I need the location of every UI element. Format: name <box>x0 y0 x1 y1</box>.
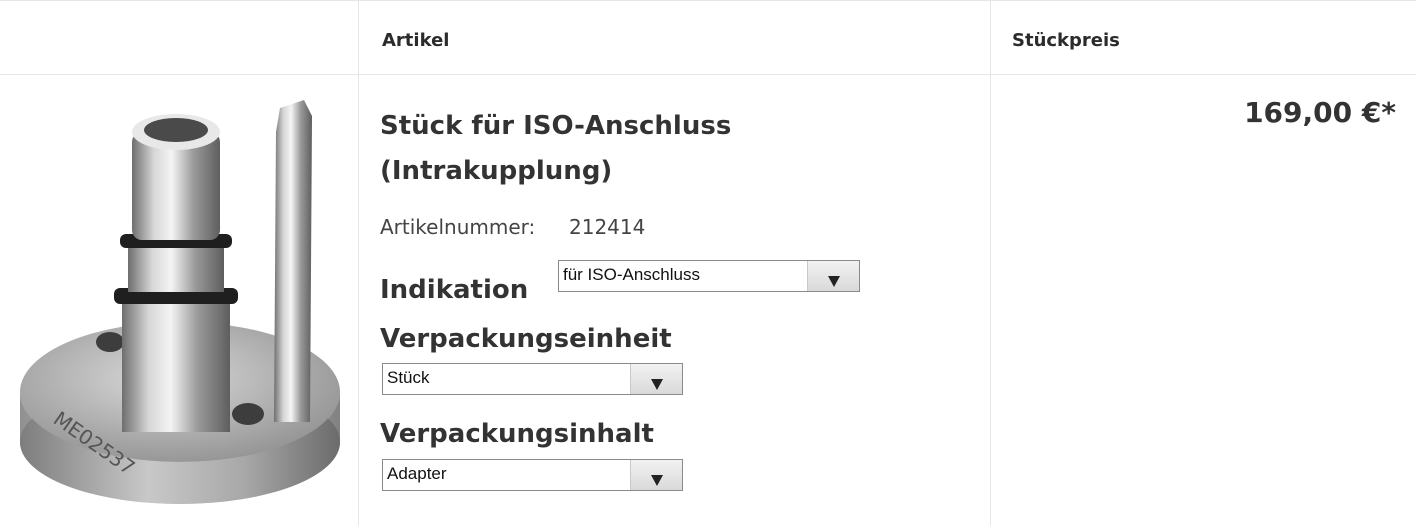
header-row-border <box>0 74 1416 75</box>
column-header-unit-price: Stückpreis <box>1012 30 1120 51</box>
packaging-unit-select[interactable]: Stück <box>382 363 683 395</box>
article-number-value: 212414 <box>569 215 646 239</box>
article-number-label: Artikelnummer: <box>380 215 536 239</box>
indication-label: Indikation <box>380 275 529 305</box>
column-divider-left <box>358 0 359 526</box>
column-header-article: Artikel <box>382 30 450 51</box>
packaging-content-selected-value: Adapter <box>387 464 447 483</box>
table-top-border <box>0 0 1416 1</box>
unit-price: 169,00 €* <box>1244 96 1396 129</box>
product-title[interactable]: Stück für ISO-Anschluss (Intrakupplung) <box>380 104 940 194</box>
chevron-down-icon <box>807 261 859 291</box>
packaging-content-label: Verpackungsinhalt <box>380 419 654 449</box>
column-divider-right <box>990 0 991 526</box>
article-number-row: Artikelnummer: 212414 <box>380 215 645 239</box>
chevron-down-icon <box>630 460 682 490</box>
indication-selected-value: für ISO-Anschluss <box>563 265 700 284</box>
packaging-unit-selected-value: Stück <box>387 368 430 387</box>
product-image[interactable]: ME02537 <box>12 92 348 520</box>
packaging-content-select[interactable]: Adapter <box>382 459 683 491</box>
chevron-down-icon <box>630 364 682 394</box>
indication-select[interactable]: für ISO-Anschluss <box>558 260 860 292</box>
packaging-unit-label: Verpackungseinheit <box>380 324 672 354</box>
